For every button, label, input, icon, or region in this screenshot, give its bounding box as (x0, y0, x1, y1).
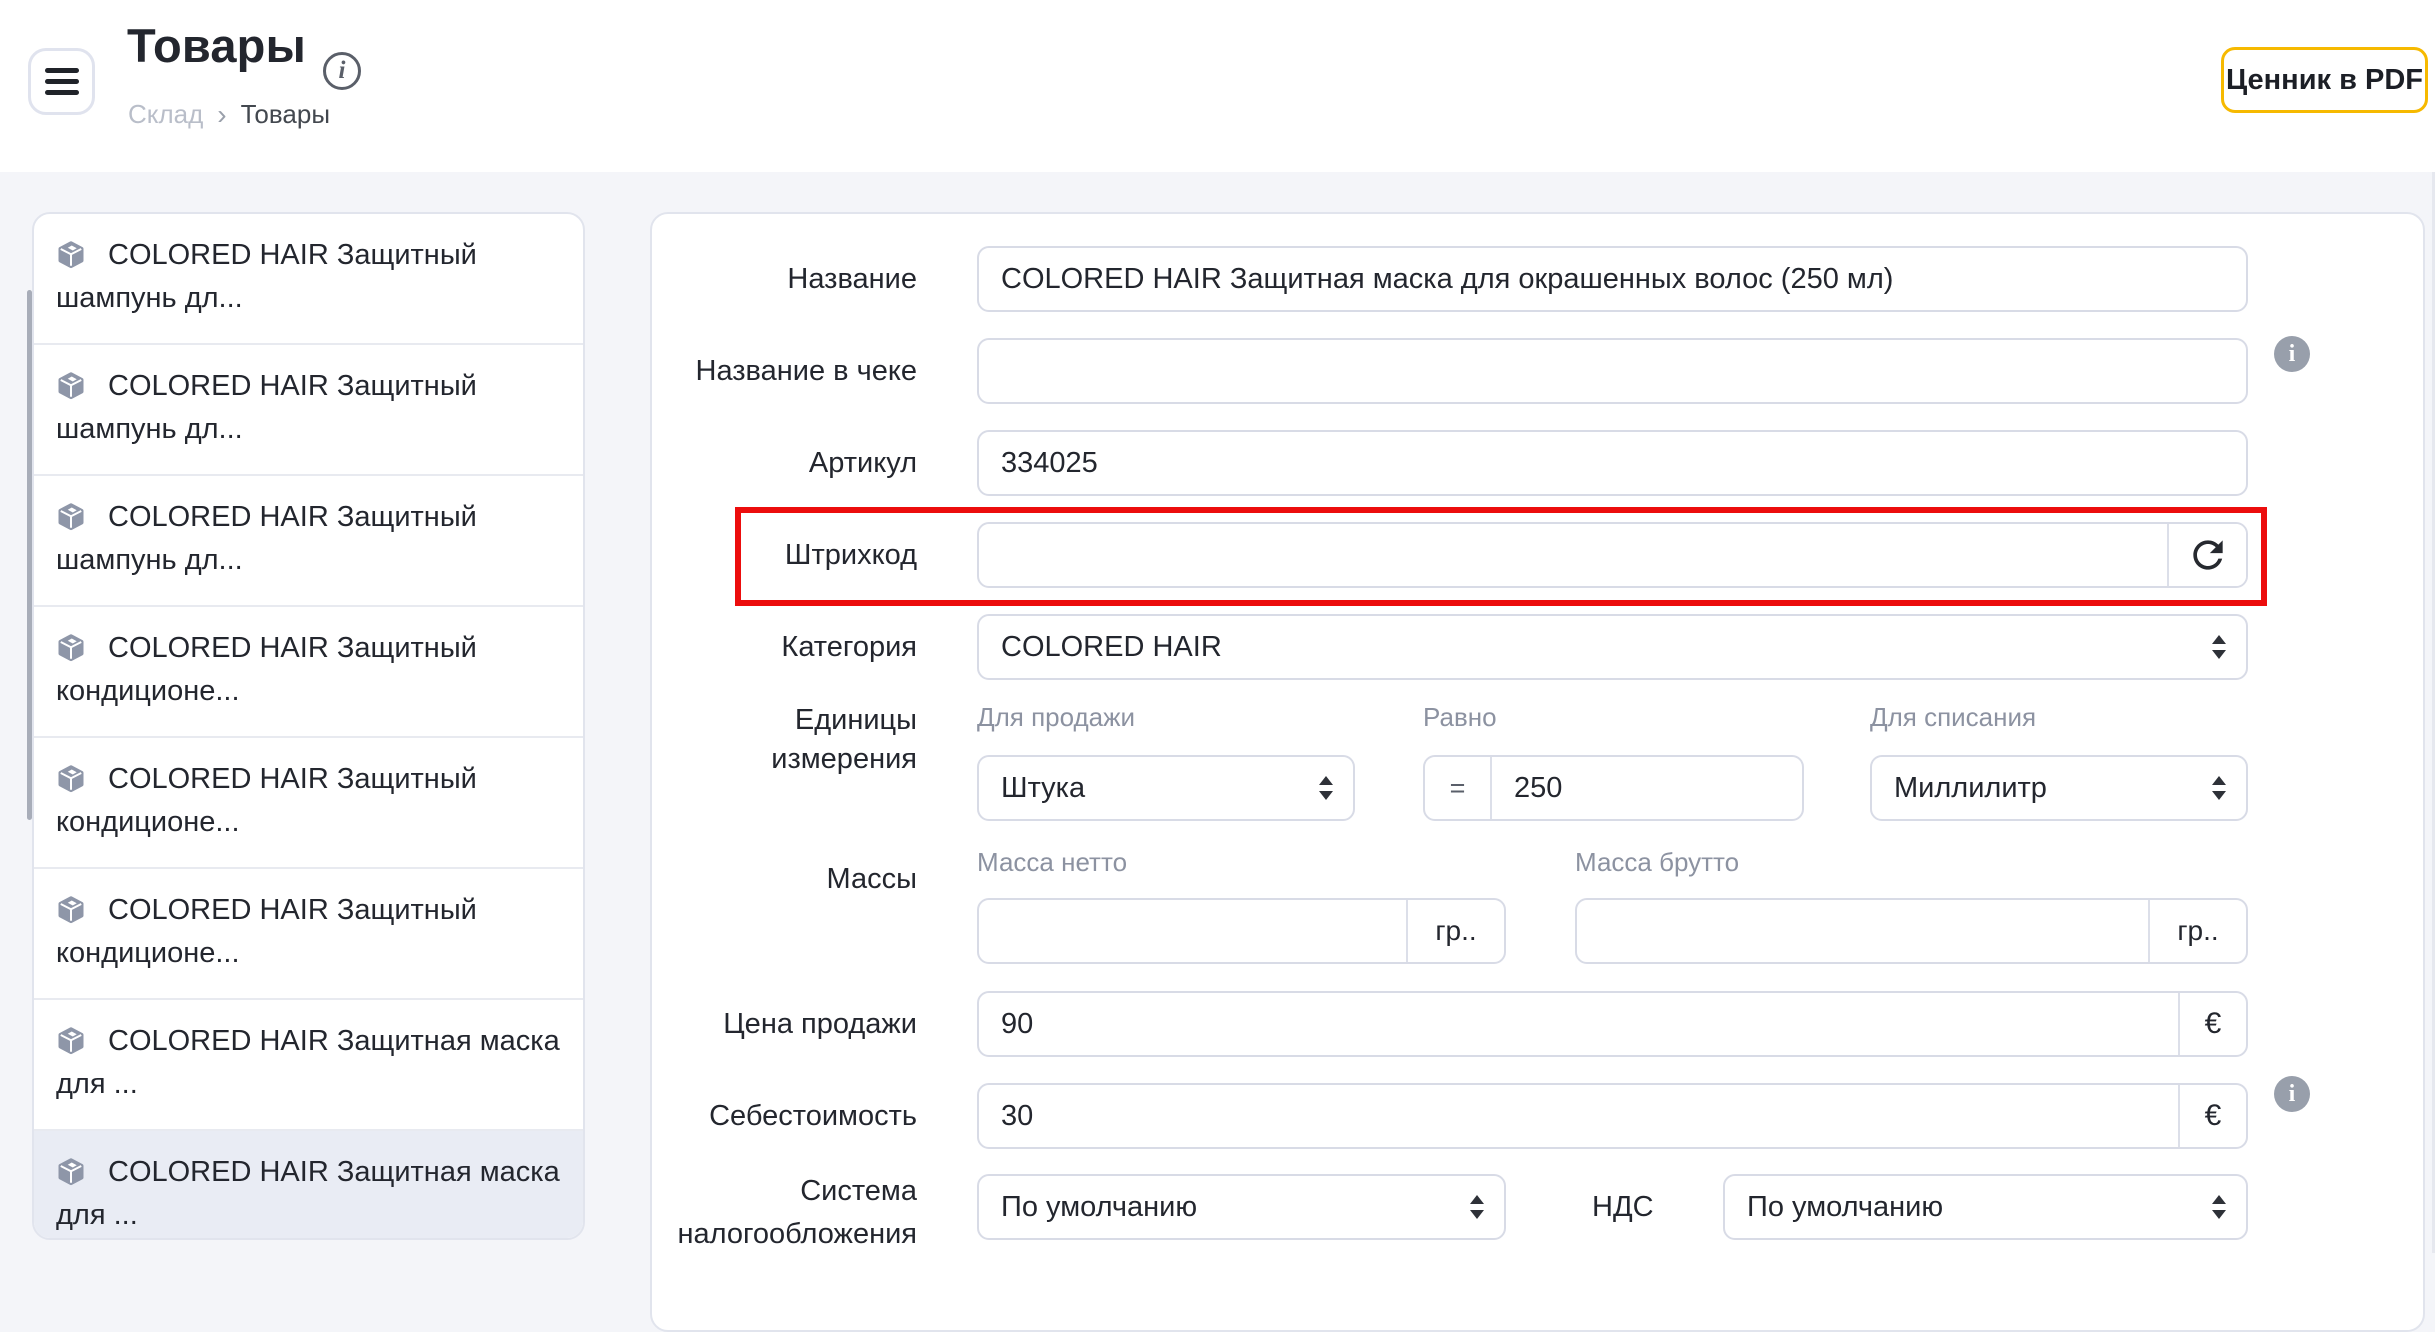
chevron-right-icon: › (217, 102, 226, 128)
breadcrumb-current: Товары (241, 99, 330, 130)
cost-label: Себестоимость (652, 1083, 917, 1149)
category-select[interactable]: COLORED HAIR (977, 614, 2248, 680)
cost-group: 30 € (977, 1083, 2248, 1149)
list-item[interactable]: COLORED HAIR Защитный шампунь дл... (34, 345, 583, 476)
cost-input[interactable]: 30 (979, 1085, 2178, 1147)
package-icon (56, 502, 86, 532)
name-label: Название (652, 246, 917, 312)
package-icon (56, 240, 86, 270)
equals-sign: = (1425, 757, 1492, 819)
breadcrumb-parent[interactable]: Склад (128, 99, 203, 130)
list-item[interactable]: COLORED HAIR Защитный кондиционе... (34, 869, 583, 1000)
header: Товары i Склад › Товары Ценник в PDF (0, 0, 2435, 172)
units-equals-input[interactable]: 250 (1492, 757, 1802, 819)
product-name: COLORED HAIR Защитная маска для ... (56, 1025, 560, 1100)
units-writeoff-value: Миллилитр (1894, 772, 2047, 804)
package-icon (56, 1026, 86, 1056)
mass-net-unit: гр.. (1406, 900, 1504, 962)
tax-system-label: Система налогообложения (652, 1170, 917, 1256)
product-name: COLORED HAIR Защитная маска для ... (56, 1156, 560, 1231)
units-sale-select[interactable]: Штука (977, 755, 1355, 821)
product-name: COLORED HAIR Защитный кондиционе... (56, 632, 477, 707)
breadcrumb: Склад › Товары (128, 99, 330, 130)
receipt-name-label: Название в чеке (652, 338, 917, 404)
name-input[interactable]: COLORED HAIR Защитная маска для окрашенн… (977, 246, 2248, 312)
package-icon (56, 895, 86, 925)
cost-currency: € (2178, 1085, 2246, 1147)
select-arrows-icon (1319, 776, 1333, 800)
list-item-selected[interactable]: COLORED HAIR Защитная маска для ... (34, 1131, 583, 1240)
list-item[interactable]: COLORED HAIR Защитный кондиционе... (34, 738, 583, 869)
category-value: COLORED HAIR (1001, 631, 1222, 663)
product-name: COLORED HAIR Защитный шампунь дл... (56, 239, 477, 314)
receipt-name-info-icon[interactable]: i (2274, 336, 2310, 372)
barcode-input-group (977, 522, 2248, 588)
tax-system-select[interactable]: По умолчанию (977, 1174, 1506, 1240)
tax-system-value: По умолчанию (1001, 1191, 1197, 1223)
select-arrows-icon (2212, 1195, 2226, 1219)
hamburger-icon (45, 68, 79, 73)
product-name: COLORED HAIR Защитный кондиционе... (56, 763, 477, 838)
units-label: Единицы измерения (652, 701, 917, 779)
price-group: 90 € (977, 991, 2248, 1057)
units-equals-group: = 250 (1423, 755, 1804, 821)
title-info-icon[interactable]: i (323, 52, 361, 90)
page-title: Товары (127, 18, 306, 73)
list-scrollbar-thumb[interactable] (27, 290, 32, 820)
category-label: Категория (652, 614, 917, 680)
select-arrows-icon (1470, 1195, 1484, 1219)
barcode-label: Штрихкод (652, 522, 917, 588)
menu-button[interactable] (28, 48, 95, 115)
list-item[interactable]: COLORED HAIR Защитная маска для ... (34, 1000, 583, 1131)
barcode-generate-button[interactable] (2167, 524, 2246, 586)
price-label: Цена продажи (652, 991, 917, 1057)
package-icon (56, 764, 86, 794)
mass-gross-group: гр.. (1575, 898, 2248, 964)
mass-net-label: Масса нетто (977, 847, 1127, 878)
units-writeoff-select[interactable]: Миллилитр (1870, 755, 2248, 821)
list-item[interactable]: COLORED HAIR Защитный шампунь дл... (34, 476, 583, 607)
list-item[interactable]: COLORED HAIR Защитный кондиционе... (34, 607, 583, 738)
product-name: COLORED HAIR Защитный шампунь дл... (56, 501, 477, 576)
product-form: Название COLORED HAIR Защитная маска для… (650, 212, 2425, 1332)
product-list: COLORED HAIR Защитный шампунь дл... COLO… (32, 212, 585, 1240)
receipt-name-input[interactable] (977, 338, 2248, 404)
package-icon (56, 1157, 86, 1187)
price-currency: € (2178, 993, 2246, 1055)
sku-label: Артикул (652, 430, 917, 496)
units-equals-label: Равно (1423, 702, 1497, 733)
select-arrows-icon (2212, 776, 2226, 800)
units-sale-label: Для продажи (977, 702, 1135, 733)
sku-input[interactable]: 334025 (977, 430, 2248, 496)
units-sale-value: Штука (1001, 772, 1085, 804)
price-tag-pdf-button[interactable]: Ценник в PDF (2221, 47, 2428, 113)
package-icon (56, 371, 86, 401)
package-icon (56, 633, 86, 663)
masses-label: Массы (652, 864, 917, 894)
barcode-input[interactable] (979, 524, 2167, 586)
vat-label: НДС (1592, 1174, 1662, 1240)
price-input[interactable]: 90 (979, 993, 2178, 1055)
mass-gross-label: Масса брутто (1575, 847, 1739, 878)
mass-net-group: гр.. (977, 898, 1506, 964)
select-arrows-icon (2212, 635, 2226, 659)
mass-net-input[interactable] (979, 900, 1406, 962)
vat-select[interactable]: По умолчанию (1723, 1174, 2248, 1240)
units-writeoff-label: Для списания (1870, 702, 2036, 733)
mass-gross-input[interactable] (1577, 900, 2148, 962)
product-name: COLORED HAIR Защитный шампунь дл... (56, 370, 477, 445)
list-item[interactable]: COLORED HAIR Защитный шампунь дл... (34, 214, 583, 345)
refresh-icon (2186, 533, 2230, 577)
product-name: COLORED HAIR Защитный кондиционе... (56, 894, 477, 969)
vat-value: По умолчанию (1747, 1191, 1943, 1223)
cost-info-icon[interactable]: i (2274, 1076, 2310, 1112)
mass-gross-unit: гр.. (2148, 900, 2246, 962)
